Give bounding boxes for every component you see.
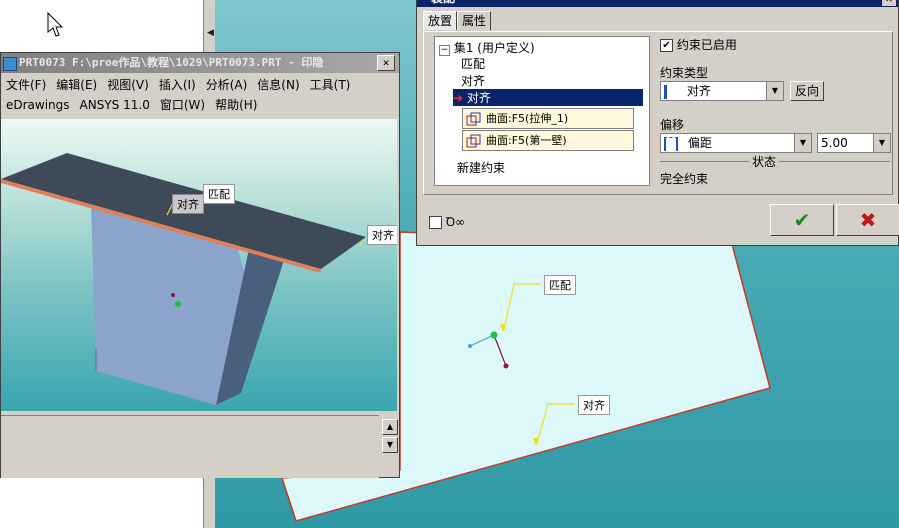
surface-icon (466, 134, 481, 148)
view-align-label-2: 对齐 (367, 225, 397, 245)
menu-insert[interactable]: 插入(I) (154, 75, 201, 95)
prt-model-window: PRT0073 F:\proe作品\教程\1029\PRT0073.PRT - … (0, 52, 400, 478)
glasses-icon: Ꝺ∞ (445, 215, 466, 229)
preview-toggle[interactable]: Ꝺ∞ (429, 213, 465, 230)
align-type-icon (664, 84, 677, 99)
surface-ref-1-label: 曲面:F5(拉伸_1) (486, 112, 569, 125)
state-value: 完全约束 (660, 172, 709, 186)
prt-title-bar[interactable]: PRT0073 F:\proe作品\教程\1029\PRT0073.PRT - … (1, 53, 399, 73)
tree-selected-item[interactable]: ➔ 对齐 (453, 89, 643, 106)
view-align-label-1: 对齐 (172, 194, 204, 214)
menu-analysis[interactable]: 分析(A) (201, 75, 253, 95)
menu-file[interactable]: 文件(F) (1, 75, 51, 95)
tree-match-item[interactable]: 匹配 (461, 55, 485, 72)
bg-match-label: 匹配 (544, 275, 576, 295)
dialog-title-bar[interactable]: 装配 ✕ (417, 0, 898, 7)
message-area (1, 415, 379, 478)
prt-close-button[interactable]: ✕ (377, 55, 395, 71)
tree-set-label: 集1 (用户定义) (453, 41, 535, 55)
surface-ref-2[interactable]: 曲面:F5(第一壁) (462, 130, 634, 151)
menu-info[interactable]: 信息(N) (252, 75, 304, 95)
mouse-cursor-icon (47, 12, 64, 37)
constraint-enabled-label: 约束已启用 (676, 38, 737, 52)
offset-type-select[interactable]: 偏距 ▼ (660, 133, 812, 153)
chevron-down-icon[interactable]: ▼ (873, 134, 890, 152)
constraint-type-label: 约束类型 (660, 66, 709, 80)
bg-align-label: 对齐 (578, 395, 610, 415)
menu-window[interactable]: 窗口(W) (155, 95, 210, 115)
tree-set-row[interactable]: − 集1 (用户定义) (439, 39, 535, 56)
app-icon (3, 57, 17, 71)
part-model-svg (1, 153, 366, 405)
offset-value-input[interactable]: 5.00 ▼ (817, 133, 891, 153)
constraint-type-value: 对齐 (686, 84, 711, 98)
scroll-up-button[interactable]: ▲ (382, 419, 398, 435)
tree-selected-label: 对齐 (466, 91, 491, 105)
menu-tools[interactable]: 工具(T) (305, 75, 356, 95)
placement-panel: − 集1 (用户定义) 匹配 对齐 ➔ 对齐 曲面:F5(拉伸_1) 曲面:F5… (423, 31, 893, 195)
offset-type-value: 偏距 (687, 136, 712, 150)
dialog-close-button[interactable]: ✕ (882, 0, 896, 6)
tab-properties[interactable]: 属性 (457, 11, 492, 30)
prt-title-text: PRT0073 F:\proe作品\教程\1029\PRT0073.PRT - … (19, 56, 324, 69)
tree-align-item[interactable]: 对齐 (461, 72, 485, 89)
surface-ref-2-label: 曲面:F5(第一壁) (486, 134, 567, 147)
preview-checkbox[interactable] (429, 216, 442, 229)
menu-view[interactable]: 视图(V) (102, 75, 154, 95)
surface-icon (466, 112, 481, 126)
offset-label: 偏移 (660, 118, 685, 132)
menu-help[interactable]: 帮助(H) (210, 95, 262, 115)
tree-new-constraint[interactable]: 新建约束 (457, 159, 505, 176)
cancel-button[interactable]: ✖ (836, 204, 899, 236)
menu-edrawings[interactable]: eDrawings (1, 95, 75, 115)
surface-ref-1[interactable]: 曲面:F5(拉伸_1) (462, 108, 634, 129)
chevron-down-icon[interactable]: ▼ (794, 134, 811, 152)
flip-button[interactable]: 反向 (790, 81, 824, 101)
tab-placement[interactable]: 放置 (423, 11, 458, 30)
prt-3d-viewport[interactable]: 对齐 匹配 对齐 (1, 119, 397, 411)
menu-ansys[interactable]: ANSYS 11.0 (75, 95, 155, 115)
scroll-down-button[interactable]: ▼ (382, 437, 398, 453)
offset-icon (664, 136, 678, 151)
arrow-right-icon: ➔ (453, 91, 464, 105)
view-match-label: 匹配 (203, 184, 235, 204)
state-label: 状态 (749, 153, 780, 170)
dialog-tabs: 放置 属性 (423, 11, 492, 31)
dialog-title: 装配 (431, 0, 455, 6)
constraint-enabled-checkbox[interactable]: ✔ (660, 39, 673, 52)
constraint-enabled-row[interactable]: ✔ 约束已启用 (660, 36, 737, 53)
constraint-type-select[interactable]: 对齐 ▼ (660, 81, 784, 101)
constraint-tree: − 集1 (用户定义) 匹配 对齐 ➔ 对齐 曲面:F5(拉伸_1) 曲面:F5… (434, 36, 650, 186)
assembly-dialog: 装配 ✕ 放置属性 − 集1 (用户定义) 匹配 对齐 ➔ 对齐 曲面:F5(拉… (416, 0, 899, 246)
constraint-settings: ✔ 约束已启用 约束类型 对齐 ▼ 反向 偏移 偏距 ▼ 5.00 ▼ 状态 完 (660, 32, 892, 192)
offset-value: 5.00 (821, 136, 848, 150)
ok-button[interactable]: ✔ (770, 204, 834, 236)
menu-bar-row1: 文件(F) 编辑(E) 视图(V) 插入(I) 分析(A) 信息(N) 工具(T) (1, 75, 355, 95)
menu-bar-row2: eDrawings ANSYS 11.0 窗口(W) 帮助(H) (1, 95, 262, 115)
chevron-down-icon[interactable]: ▼ (766, 82, 783, 100)
menu-edit[interactable]: 编辑(E) (51, 75, 102, 95)
collapse-icon[interactable]: − (439, 45, 450, 56)
